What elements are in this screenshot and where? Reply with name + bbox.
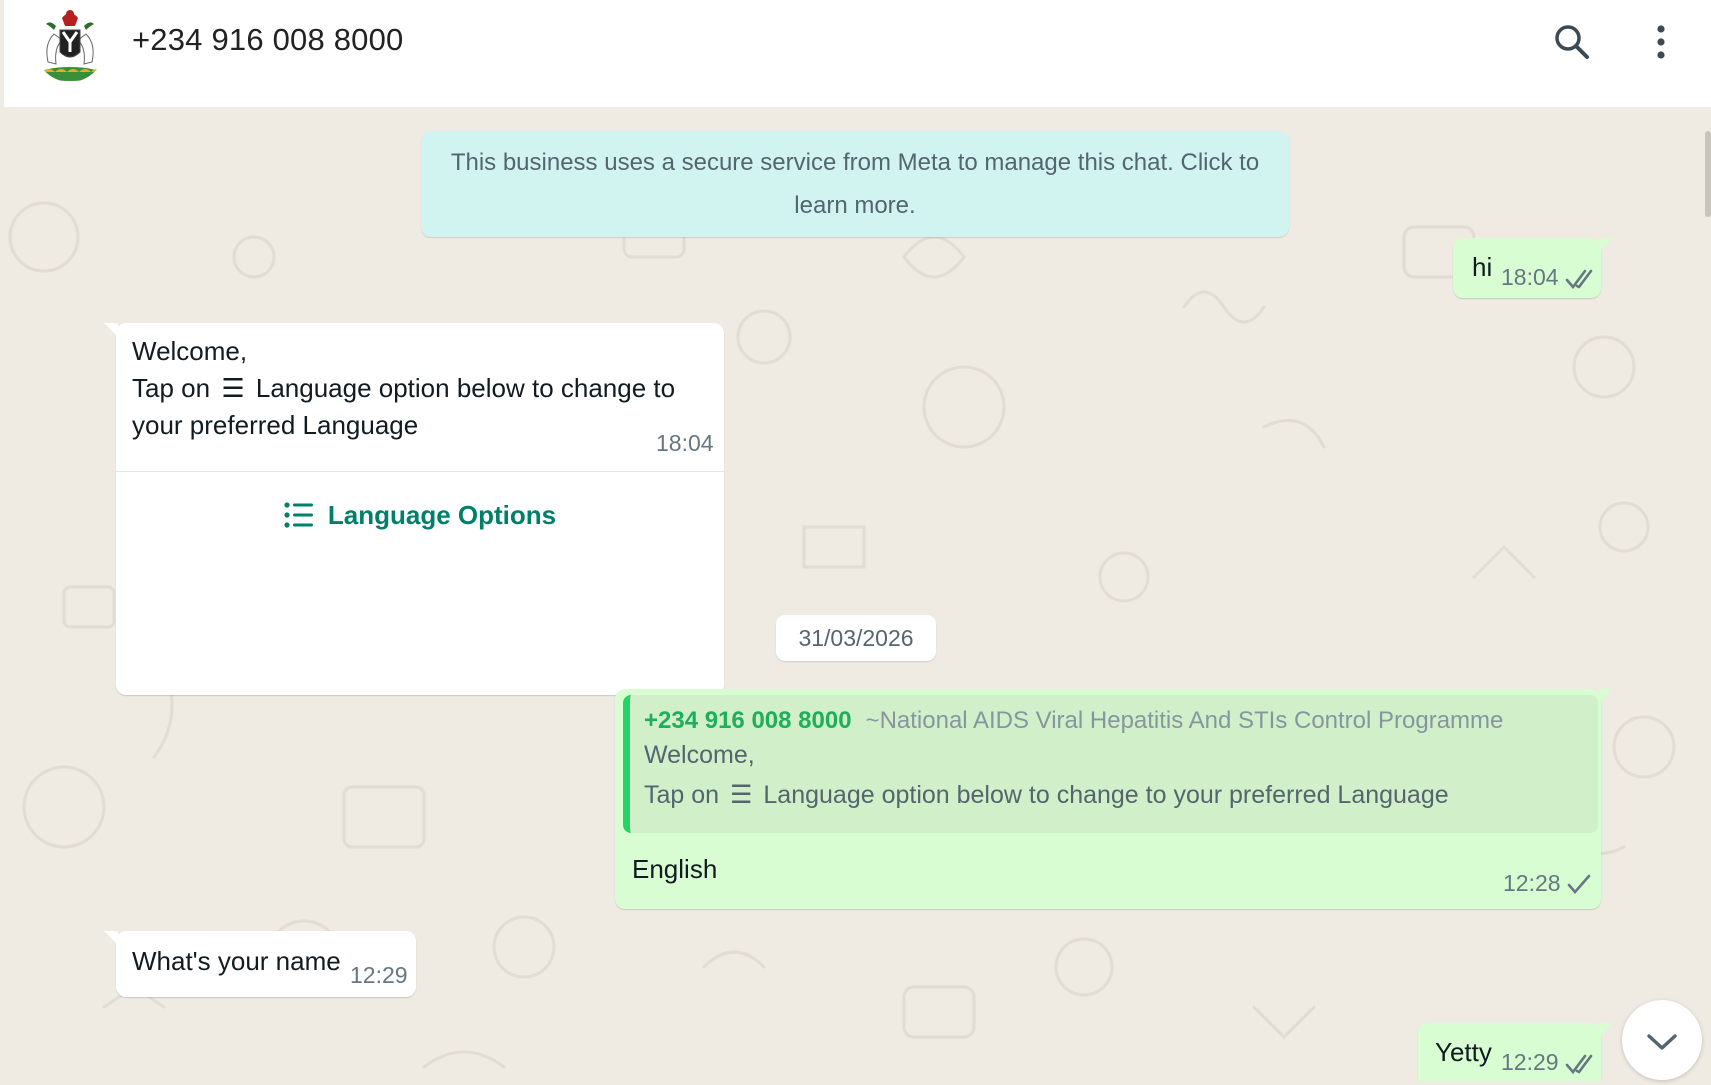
business-notice[interactable]: This business uses a secure service from… bbox=[421, 131, 1289, 237]
quoted-sender: +234 916 008 8000 bbox=[644, 707, 852, 734]
message-time: 12:28 bbox=[1503, 870, 1561, 896]
language-options-label: Language Options bbox=[327, 499, 557, 530]
search-button[interactable] bbox=[1550, 20, 1594, 64]
outgoing-message[interactable]: Yetty 12:29 bbox=[1418, 1023, 1613, 1081]
message-text: Yetty bbox=[1435, 1037, 1492, 1067]
menu-button[interactable] bbox=[1639, 20, 1683, 64]
message-text: hi bbox=[1472, 252, 1493, 282]
message-line: your preferred Language bbox=[132, 410, 419, 440]
message-text-rest: Language option below to change to bbox=[255, 373, 676, 403]
outgoing-reply-message[interactable]: +234 916 008 8000 ~National AIDS Viral He… bbox=[615, 689, 1613, 909]
message-line: Welcome, bbox=[132, 336, 248, 366]
search-icon bbox=[1555, 25, 1589, 59]
message-time: 18:04 bbox=[1501, 264, 1559, 290]
quoted-sender-label: ~National AIDS Viral Hepatitis And STIs … bbox=[865, 707, 1504, 734]
hamburger-symbol-icon: ☰ bbox=[730, 781, 753, 809]
list-icon bbox=[284, 502, 313, 528]
language-options-button[interactable]: Language Options bbox=[116, 472, 724, 558]
double-check-icon bbox=[1565, 269, 1593, 290]
contact-avatar[interactable] bbox=[34, 6, 106, 82]
chat-header: +234 916 008 8000 bbox=[4, 0, 1711, 107]
incoming-message[interactable]: What's your name 12:29 bbox=[104, 931, 416, 997]
message-text: English bbox=[632, 854, 718, 884]
quoted-message[interactable]: +234 916 008 8000 ~National AIDS Viral He… bbox=[623, 695, 1598, 833]
scrollbar-thumb[interactable] bbox=[1705, 131, 1711, 217]
message-time: 12:29 bbox=[1501, 1049, 1559, 1075]
quoted-line: Welcome, bbox=[644, 741, 755, 769]
coat-of-arms-icon bbox=[40, 10, 100, 81]
quoted-text-rest: Language option below to change to your … bbox=[763, 781, 1449, 809]
chat-area[interactable]: This business uses a secure service from… bbox=[4, 107, 1711, 1081]
message-time: 12:29 bbox=[350, 962, 408, 988]
chevron-down-icon bbox=[1647, 1034, 1677, 1050]
date-divider: 31/03/2026 bbox=[776, 615, 936, 661]
outgoing-message[interactable]: hi 18:04 bbox=[1453, 238, 1613, 298]
quoted-text-prefix: Tap on bbox=[644, 781, 720, 809]
scroll-to-bottom-button[interactable] bbox=[1622, 1000, 1702, 1080]
message-text-prefix: Tap on bbox=[132, 373, 211, 403]
contact-name[interactable]: +234 916 008 8000 bbox=[132, 22, 403, 58]
incoming-interactive-message: Welcome, Tap on ☰ Language option below … bbox=[104, 323, 724, 695]
message-time: 18:04 bbox=[656, 430, 714, 456]
kebab-menu-icon bbox=[1657, 25, 1665, 59]
message-line: Tap on ☰ Language option below to change… bbox=[132, 370, 692, 407]
quoted-line: Tap on ☰ Language option below to change… bbox=[644, 775, 1584, 815]
message-text: What's your name bbox=[132, 946, 341, 976]
single-check-icon bbox=[1567, 874, 1591, 894]
business-notice-text: This business uses a secure service from… bbox=[450, 149, 1260, 219]
double-check-icon bbox=[1565, 1054, 1593, 1075]
hamburger-symbol-icon: ☰ bbox=[221, 373, 245, 403]
